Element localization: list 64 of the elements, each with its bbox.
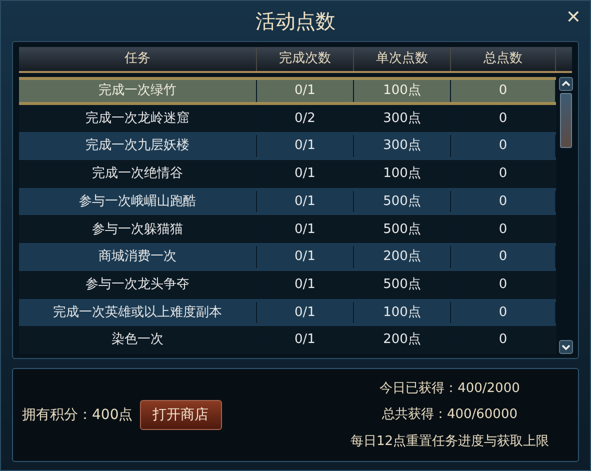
close-button[interactable]: ✕ [562, 9, 584, 27]
table-row[interactable]: 完成一次绝情谷 0/1 100点 0 [19, 160, 556, 188]
table-cell: 500点 [354, 274, 451, 296]
table-cell: 100点 [354, 163, 451, 185]
column-header: 完成次数 [257, 47, 354, 71]
column-header: 任务 [19, 47, 257, 71]
table-cell: 0 [451, 246, 556, 268]
column-header: 单次点数 [354, 47, 451, 71]
table-cell: 0 [451, 80, 556, 102]
table-cell: 0 [451, 218, 556, 240]
table-cell: 0 [451, 274, 556, 296]
table-row[interactable]: 参与一次峨嵋山跑酷 0/1 500点 0 [19, 188, 556, 216]
table-cell: 200点 [354, 329, 451, 351]
table-cell: 0/1 [257, 246, 354, 268]
table-cell: 0/1 [257, 135, 354, 158]
table-cell: 染色一次 [19, 329, 257, 351]
table-cell: 0 [451, 190, 556, 212]
table-row[interactable]: 参与一次躲猫猫 0/1 500点 0 [19, 215, 556, 244]
table-cell: 完成一次绝情谷 [19, 163, 257, 185]
points-label: 拥有积分：400点 [22, 406, 133, 424]
table-row[interactable]: 完成一次英雄或以上难度副本 0/1 100点 0 [19, 298, 556, 326]
table-cell: 200点 [354, 246, 451, 268]
scroll-up-icon[interactable] [559, 77, 573, 91]
window-title: 活动点数 [256, 8, 336, 35]
table-cell: 300点 [354, 135, 451, 158]
table-cell: 0/1 [257, 218, 354, 240]
table-cell: 0/1 [257, 329, 354, 351]
reset-note: 每日12点重置任务进度与获取上限 [350, 432, 549, 451]
table-cell: 0 [451, 302, 556, 324]
table-cell: 0/1 [257, 163, 354, 185]
table-row[interactable]: 完成一次龙岭迷窟 0/2 300点 0 [19, 104, 556, 132]
table-cell: 0/1 [257, 80, 354, 102]
table-cell: 参与一次躲猫猫 [19, 218, 257, 240]
table-cell: 0/1 [257, 274, 354, 296]
table-cell: 0 [451, 135, 556, 158]
table-cell: 0/1 [257, 190, 354, 212]
column-header: 总点数 [451, 47, 556, 71]
table-cell: 500点 [354, 218, 451, 240]
table-row[interactable]: 完成一次九层妖楼 0/1 300点 0 [19, 132, 556, 160]
table-cell: 0/2 [257, 108, 354, 130]
table-cell: 300点 [354, 108, 451, 130]
table-cell: 完成一次龙岭迷窟 [19, 108, 257, 130]
table-row[interactable]: 染色一次 0/1 200点 0 [19, 326, 556, 354]
scroll-down-icon[interactable] [559, 340, 573, 354]
open-shop-button[interactable]: 打开商店 [140, 400, 222, 430]
table-cell: 0/1 [257, 302, 354, 324]
total-earned-text: 总共获得：400/60000 [382, 406, 518, 424]
table-row[interactable]: 商城消费一次 0/1 200点 0 [19, 243, 556, 271]
table-cell: 0 [451, 163, 556, 185]
today-earned-text: 今日已获得：400/2000 [380, 380, 520, 398]
table-cell: 完成一次九层妖楼 [19, 135, 257, 158]
table-cell: 参与一次龙头争夺 [19, 274, 257, 296]
table-cell: 0 [451, 108, 556, 130]
table-cell: 商城消费一次 [19, 246, 257, 268]
table-cell: 完成一次绿竹 [19, 80, 257, 102]
table-cell: 100点 [354, 302, 451, 324]
table-cell: 0 [451, 329, 556, 351]
table-cell: 500点 [354, 190, 451, 212]
table-cell: 参与一次峨嵋山跑酷 [19, 190, 257, 212]
table-cell: 完成一次英雄或以上难度副本 [19, 302, 257, 324]
table-row[interactable]: 参与一次龙头争夺 0/1 500点 0 [19, 270, 556, 298]
table-row[interactable]: 完成一次绿竹 0/1 100点 0 [19, 77, 556, 105]
scrollbar-thumb[interactable] [560, 93, 572, 148]
table-cell: 100点 [354, 80, 451, 102]
